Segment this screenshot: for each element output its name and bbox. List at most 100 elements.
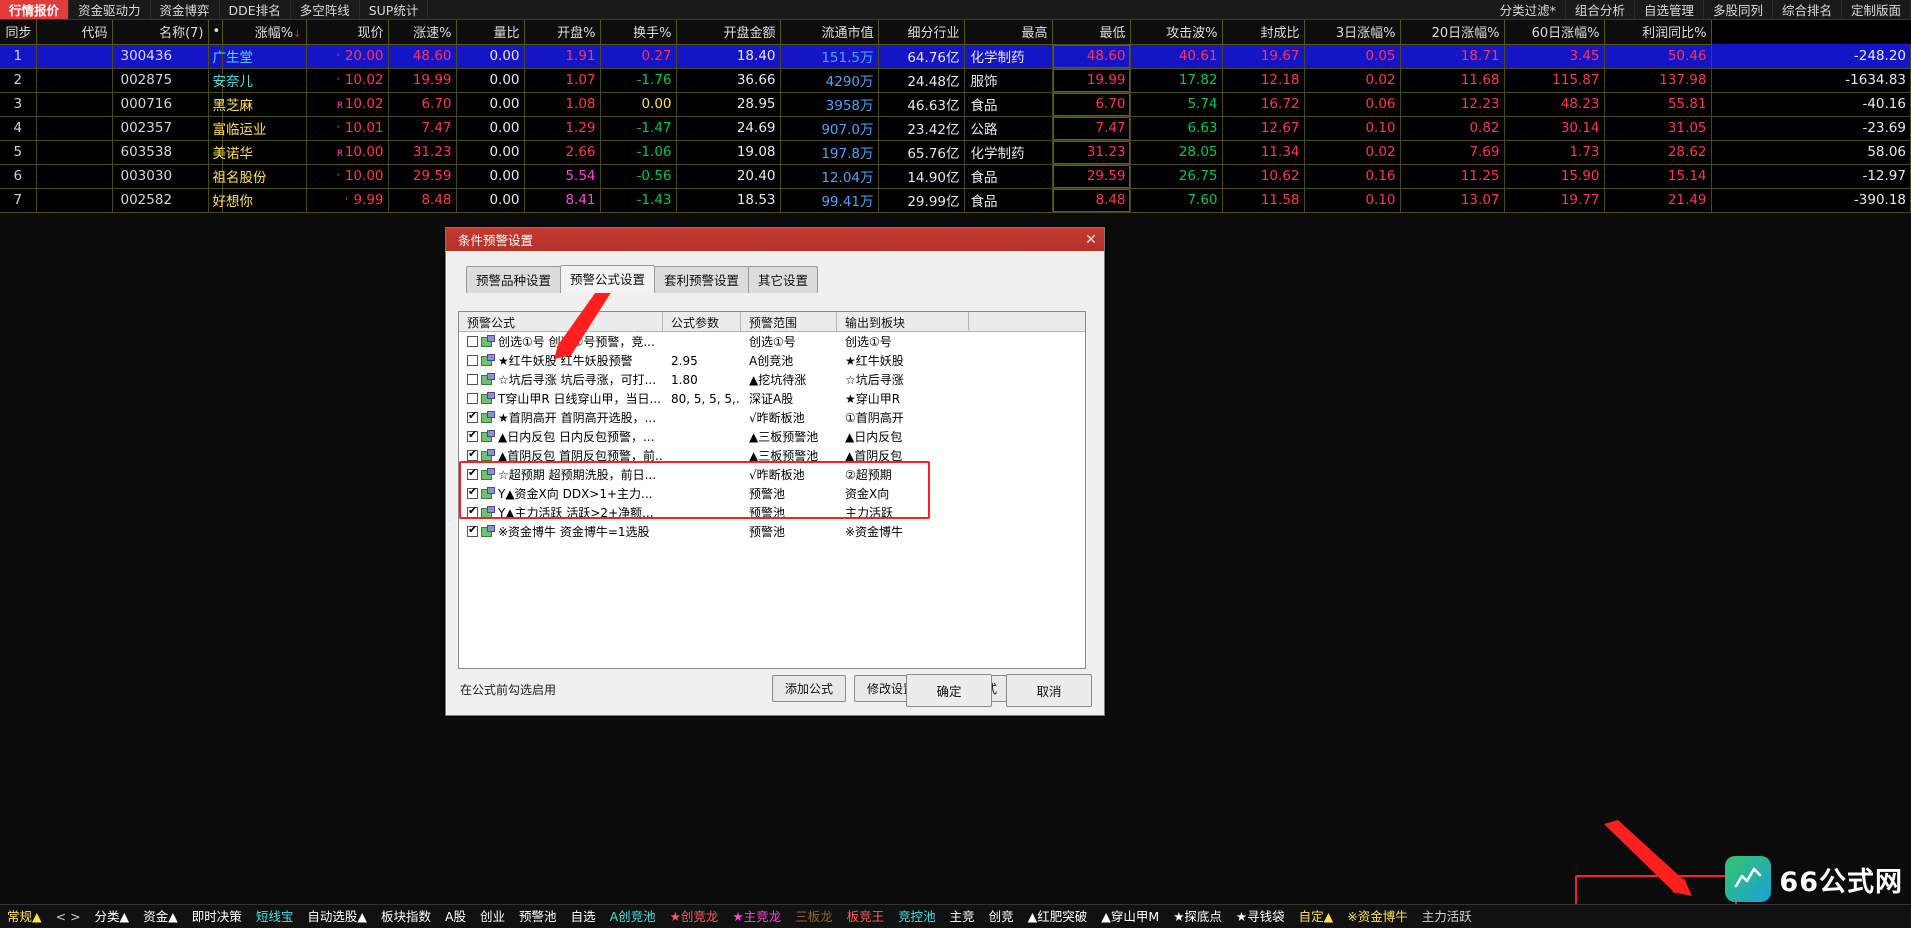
dialog-confirm-row[interactable]: 确定 取消 — [906, 674, 1092, 707]
list-column-header-1[interactable]: 公式参数 — [663, 312, 741, 331]
taskbar-item-3[interactable]: 资金▲ — [136, 906, 185, 928]
dialog-tab-strip[interactable]: 预警品种设置预警公式设置套利预警设置其它设置 — [466, 269, 1092, 293]
list-column-header-2[interactable]: 预警范围 — [741, 312, 837, 331]
quote-table-container[interactable]: 同步代码名称(7)•涨幅%↓现价涨速%量比开盘%换手%开盘金额流通市值细分行业最… — [0, 20, 1911, 210]
dialog-tab-3[interactable]: 其它设置 — [748, 266, 818, 293]
formula-name-cell[interactable]: ▲日内反包 日内反包预警，... — [459, 428, 663, 445]
top-menu-item-1[interactable]: 资金驱动力 — [69, 0, 151, 19]
taskbar-item-10[interactable]: 预警池 — [512, 906, 564, 928]
formula-name-cell[interactable]: T穿山甲R 日线穿山甲，当日... — [459, 390, 663, 407]
sync-button[interactable]: 同步 — [0, 20, 36, 44]
column-header-15[interactable]: 3日涨幅% — [1304, 20, 1400, 44]
top-menu-right-item-2[interactable]: 自选管理 — [1635, 0, 1704, 19]
formula-list-box[interactable]: 预警公式公式参数预警范围输出到板块 创选①号 创选①号预警，竞...创选①号创选… — [458, 311, 1086, 669]
column-header-0[interactable]: 代码 — [36, 20, 112, 44]
formula-list-item[interactable]: Y▲资金X向 DDX>1+主力...预警池资金X向 — [459, 484, 1085, 503]
taskbar-item-26[interactable]: 主力活跃 — [1415, 906, 1479, 928]
column-header-7[interactable]: 换手% — [600, 20, 676, 44]
list-column-header-0[interactable]: 预警公式 — [459, 312, 663, 331]
taskbar-item-18[interactable]: 主竞 — [943, 906, 982, 928]
top-menu-right-item-3[interactable]: 多股同列 — [1704, 0, 1773, 19]
column-header-11[interactable]: 最高 — [964, 20, 1052, 44]
column-header-17[interactable]: 60日涨幅% — [1504, 20, 1604, 44]
taskbar-item-2[interactable]: 分类▲ — [88, 906, 137, 928]
formula-name-cell[interactable]: ★红牛妖股 红牛妖股预警 — [459, 352, 663, 369]
dialog-tab-0[interactable]: 预警品种设置 — [466, 266, 561, 293]
formula-list-item[interactable]: 创选①号 创选①号预警，竞...创选①号创选①号 — [459, 332, 1085, 351]
formula-checkbox[interactable] — [467, 355, 478, 366]
bottom-taskbar[interactable]: 常规▲< >分类▲资金▲即时决策短线宝自动选股▲板块指数A股创业预警池自选A创竞… — [0, 904, 1911, 928]
formula-list-item[interactable]: ※资金博牛 资金博牛=1选股预警池※资金博牛 — [459, 522, 1085, 541]
table-row[interactable]: 3000716黑芝麻R10.026.700.001.080.0028.95395… — [0, 92, 1911, 116]
column-header-10[interactable]: 细分行业 — [878, 20, 964, 44]
formula-list-item[interactable]: ☆超预期 超预期洗股，前日...√昨断板池②超预期 — [459, 465, 1085, 484]
top-menu-item-3[interactable]: DDE排名 — [220, 0, 291, 19]
taskbar-item-24[interactable]: 自定▲ — [1292, 906, 1341, 928]
dialog-tab-2[interactable]: 套利预警设置 — [654, 266, 749, 293]
taskbar-item-12[interactable]: A创竞池 — [603, 906, 663, 928]
taskbar-item-20[interactable]: ▲红肥突破 — [1021, 906, 1095, 928]
top-menu-right-item-5[interactable]: 定制版面 — [1842, 0, 1911, 19]
cancel-button[interactable]: 取消 — [1006, 674, 1092, 707]
column-header-6[interactable]: 开盘% — [524, 20, 600, 44]
taskbar-item-15[interactable]: 三板龙 — [788, 906, 840, 928]
taskbar-item-0[interactable]: 常规▲ — [0, 906, 49, 928]
formula-checkbox[interactable] — [467, 450, 478, 461]
table-row[interactable]: 5603538美诺华R10.0031.230.002.66-1.0619.081… — [0, 140, 1911, 164]
taskbar-item-8[interactable]: A股 — [438, 906, 473, 928]
formula-list-item[interactable]: ★首阴高开 首阴高开选股，...√昨断板池①首阴高开 — [459, 408, 1085, 427]
formula-name-cell[interactable]: ▲首阴反包 首阴反包预警，前... — [459, 447, 663, 464]
column-header-8[interactable]: 开盘金额 — [676, 20, 780, 44]
taskbar-item-6[interactable]: 自动选股▲ — [300, 906, 374, 928]
taskbar-item-9[interactable]: 创业 — [473, 906, 512, 928]
column-header-14[interactable]: 封成比 — [1222, 20, 1304, 44]
column-header-16[interactable]: 20日涨幅% — [1400, 20, 1504, 44]
taskbar-item-16[interactable]: 板竞王 — [840, 906, 892, 928]
column-header-5[interactable]: 量比 — [456, 20, 524, 44]
taskbar-item-17[interactable]: 竞控池 — [891, 906, 943, 928]
column-header-4[interactable]: 涨速% — [388, 20, 456, 44]
column-header-flag[interactable]: • — [208, 20, 222, 44]
table-row[interactable]: 6003030祖名股份'10.0029.590.005.54-0.5620.40… — [0, 164, 1911, 188]
formula-name-cell[interactable]: Y▲主力活跃 活跃>2+净额... — [459, 504, 663, 521]
formula-name-cell[interactable]: ★首阴高开 首阴高开选股，... — [459, 409, 663, 426]
top-menu-right-item-0[interactable]: 分类过滤* — [1491, 0, 1566, 19]
formula-checkbox[interactable] — [467, 393, 478, 404]
taskbar-item-25[interactable]: ※资金博牛 — [1340, 906, 1414, 928]
column-header-9[interactable]: 流通市值 — [780, 20, 878, 44]
top-menu-right-item-1[interactable]: 组合分析 — [1566, 0, 1635, 19]
formula-checkbox[interactable] — [467, 469, 478, 480]
formula-list-item[interactable]: T穿山甲R 日线穿山甲，当日...80, 5, 5, 5,...深证A股★穿山甲… — [459, 389, 1085, 408]
top-menu-item-4[interactable]: 多空阵线 — [291, 0, 360, 19]
top-menu-item-0[interactable]: 行情报价 — [0, 0, 69, 19]
column-header-18[interactable]: 利润同比% — [1604, 20, 1711, 44]
list-column-header-3[interactable]: 输出到板块 — [837, 312, 969, 331]
table-row[interactable]: 7002582好想你'9.998.480.008.41-1.4318.5399.… — [0, 188, 1911, 212]
list-column-header-4[interactable] — [969, 312, 1085, 331]
formula-list-item[interactable]: ☆坑后寻涨 坑后寻涨，可打...1.80▲挖坑待涨☆坑后寻涨 — [459, 370, 1085, 389]
formula-checkbox[interactable] — [467, 526, 478, 537]
table-row[interactable]: 4002357富临运业'10.017.470.001.29-1.4724.699… — [0, 116, 1911, 140]
formula-list-item[interactable]: ▲日内反包 日内反包预警，...▲三板预警池▲日内反包 — [459, 427, 1085, 446]
formula-name-cell[interactable]: ☆坑后寻涨 坑后寻涨，可打... — [459, 371, 663, 388]
taskbar-item-7[interactable]: 板块指数 — [374, 906, 438, 928]
ok-button[interactable]: 确定 — [906, 674, 992, 707]
formula-list-item[interactable]: Y▲主力活跃 活跃>2+净额...预警池主力活跃 — [459, 503, 1085, 522]
formula-list-item[interactable]: ★红牛妖股 红牛妖股预警2.95A创竞池★红牛妖股 — [459, 351, 1085, 370]
taskbar-item-5[interactable]: 短线宝 — [249, 906, 301, 928]
dialog-tab-1[interactable]: 预警公式设置 — [560, 265, 655, 293]
quote-table-header-row[interactable]: 同步代码名称(7)•涨幅%↓现价涨速%量比开盘%换手%开盘金额流通市值细分行业最… — [0, 20, 1911, 44]
formula-name-cell[interactable]: ※资金博牛 资金博牛=1选股 — [459, 523, 663, 540]
formula-name-cell[interactable]: Y▲资金X向 DDX>1+主力... — [459, 485, 663, 502]
formula-checkbox[interactable] — [467, 412, 478, 423]
taskbar-item-19[interactable]: 创竞 — [982, 906, 1021, 928]
dialog-title-bar[interactable]: 条件预警设置 ✕ — [446, 228, 1104, 251]
taskbar-item-23[interactable]: ★寻钱袋 — [1229, 906, 1292, 928]
column-header-3[interactable]: 现价 — [306, 20, 388, 44]
taskbar-item-4[interactable]: 即时决策 — [185, 906, 249, 928]
table-row[interactable]: 1300436广生堂'20.0048.600.001.910.2718.4015… — [0, 44, 1911, 68]
formula-checkbox[interactable] — [467, 336, 478, 347]
top-menu-right-item-4[interactable]: 综合排名 — [1773, 0, 1842, 19]
taskbar-item-13[interactable]: ★创竞龙 — [663, 906, 726, 928]
formula-checkbox[interactable] — [467, 374, 478, 385]
